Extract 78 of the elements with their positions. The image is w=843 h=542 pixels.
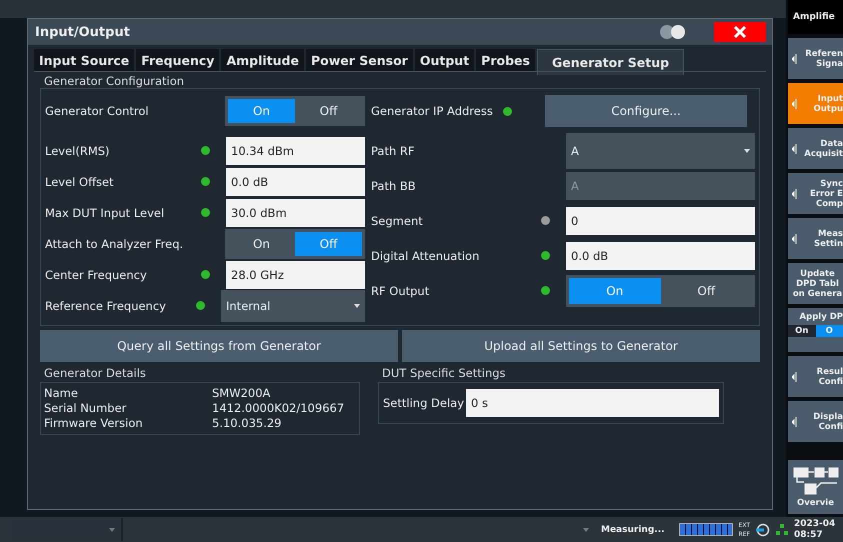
softkey-button[interactable]: Displa Confi: [788, 401, 843, 442]
group-title: Generator Details: [43, 366, 146, 380]
tab[interactable]: Probes: [476, 49, 535, 71]
field-label: Generator IP Address: [371, 104, 493, 118]
arrow-left-icon: [792, 142, 797, 154]
caret-icon: [354, 304, 360, 308]
arrow-left-icon: [792, 98, 797, 110]
field-label: Reference Frequency: [45, 298, 167, 312]
detail-value: 5.10.035.29: [212, 416, 282, 431]
toggle-option[interactable]: On: [788, 325, 816, 337]
field-label: Settling Delay: [383, 396, 464, 410]
tab[interactable]: Input Source: [34, 49, 134, 71]
field-label: Digital Attenuation: [371, 248, 480, 262]
status-text: Measuring...: [601, 524, 665, 534]
field-label: Path BB: [371, 178, 417, 192]
softkey-button[interactable]: Referen Signa: [788, 38, 843, 79]
detail-value: 1412.0000K02/109667: [212, 401, 344, 416]
close-icon: [733, 25, 747, 39]
detail-label: Serial Number: [44, 401, 128, 416]
input-field[interactable]: 0.0 dB: [566, 242, 755, 270]
window-title: Input/Output: [35, 24, 131, 40]
field-label: Path RF: [371, 144, 416, 158]
tab[interactable]: Amplitude: [221, 49, 304, 71]
field-label: Segment: [371, 214, 424, 228]
detail-label: Firmware Version: [44, 416, 144, 431]
input-field[interactable]: 0 s: [466, 389, 719, 417]
detail-label: Name: [44, 386, 79, 401]
field-label: Level(RMS): [45, 144, 111, 158]
reference-clock-icon: [756, 522, 770, 536]
softkey-button[interactable]: Data Acquisit: [788, 128, 843, 169]
softkey-label: Apply DP: [800, 312, 843, 322]
dropdown[interactable]: Internal: [221, 290, 365, 322]
softkey-button[interactable]: Update DPD Tabl on Genera: [788, 263, 843, 304]
dropdown[interactable]: A: [566, 132, 755, 168]
arrow-left-icon: [792, 370, 797, 382]
input-field[interactable]: 10.34 dBm: [226, 136, 365, 164]
network-icon: [776, 524, 788, 535]
tab[interactable]: Generator Setup: [536, 49, 684, 75]
caret-icon: [109, 528, 115, 532]
close-button[interactable]: [714, 22, 766, 42]
group-title: DUT Specific Settings: [381, 366, 506, 380]
field-label: Generator Control: [45, 104, 150, 118]
overview-button[interactable]: Overvie: [788, 460, 843, 514]
field-label: Attach to Analyzer Freq.: [45, 236, 184, 250]
progress-bar: [678, 523, 733, 536]
field-label: Max DUT Input Level: [45, 206, 166, 220]
toggle-option[interactable]: Off: [660, 278, 752, 304]
arrow-left-icon: [792, 232, 797, 244]
input-field[interactable]: 30.0 dBm: [226, 198, 365, 226]
arrow-left-icon: [792, 416, 797, 428]
caret-icon: [744, 148, 750, 152]
tab[interactable]: Frequency: [136, 49, 220, 71]
action-button[interactable]: Query all Settings from Generator: [40, 330, 398, 362]
caret-icon: [583, 528, 589, 532]
block-diagram-icon: [792, 466, 838, 496]
sidebar-header: Amplifie: [788, 0, 843, 34]
status-time: 08:57: [794, 530, 824, 540]
tab[interactable]: Output: [414, 49, 474, 71]
field-label: RF Output: [371, 284, 430, 298]
input-field[interactable]: 0.0 dB: [226, 168, 365, 196]
input-field[interactable]: 0: [566, 206, 755, 234]
softkey-button[interactable]: Resul Confi: [788, 356, 843, 397]
toggle-option[interactable]: On: [228, 232, 295, 256]
group-title: Generator Configuration: [43, 74, 184, 88]
field-label: Level Offset: [45, 174, 115, 188]
arrow-left-icon: [792, 52, 797, 64]
status-date: 2023-04: [794, 518, 836, 530]
tab[interactable]: Power Sensor: [306, 49, 413, 71]
arrow-left-icon: [792, 188, 797, 200]
softkey-button[interactable]: Sync Error E Comp: [788, 173, 843, 214]
action-button[interactable]: Upload all Settings to Generator: [402, 330, 760, 362]
input-field[interactable]: 28.0 GHz: [226, 260, 365, 288]
configure-button[interactable]: Configure...: [545, 95, 747, 127]
detail-value: SMW200A: [212, 386, 270, 401]
toggle-option[interactable]: Off: [295, 98, 362, 122]
field-label: Center Frequency: [45, 268, 148, 282]
transparency-toggle-icon[interactable]: [660, 25, 686, 39]
softkey-button[interactable]: Meas Settin: [788, 218, 843, 259]
